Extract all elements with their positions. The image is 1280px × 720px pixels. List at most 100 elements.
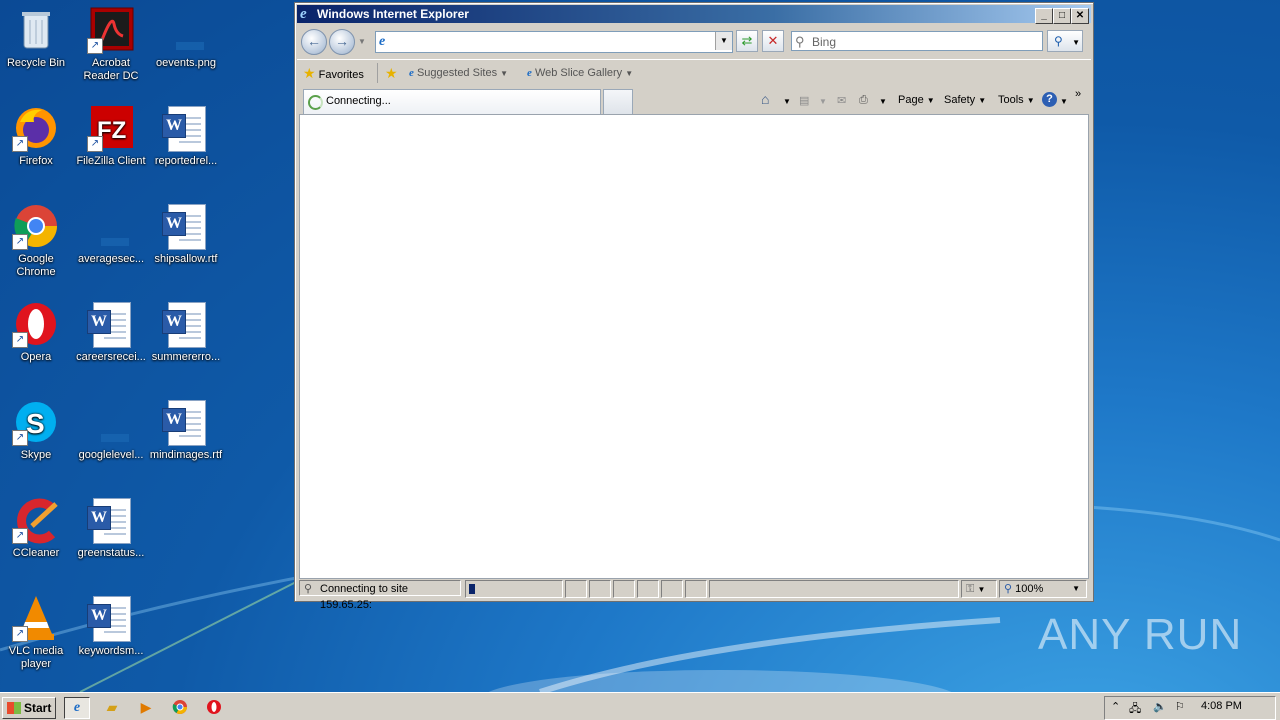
maximize-button[interactable]: □ xyxy=(1053,8,1071,24)
desktop-icon-label: greenstatus... xyxy=(77,547,145,559)
zoom-control[interactable]: ⚲ 100% ▼ xyxy=(999,580,1087,598)
desktop-icon-recycle-bin[interactable]: Recycle Bin xyxy=(0,6,74,70)
command-bar: Connecting... ⌂ ▼ ▤ ▼ ✉ ⎙ ▼ Page ▼ Safet… xyxy=(297,88,1091,114)
desktop-icon-label: averagesec... xyxy=(77,253,145,265)
stop-button[interactable]: ✕ xyxy=(762,30,784,52)
file-icon xyxy=(87,202,135,250)
desktop-icon-skype[interactable]: S ↗ Skype xyxy=(0,398,74,462)
browser-tab[interactable]: Connecting... xyxy=(303,89,601,114)
minimize-button[interactable]: _ xyxy=(1035,8,1053,24)
refresh-button[interactable]: ⇄ xyxy=(736,30,758,52)
taskbar: Start e ▰ ▶ ⌃ 🖧 🔈 ⚐ 4:08 PM xyxy=(0,692,1280,720)
favorites-button[interactable]: ★ Favorites xyxy=(303,65,364,83)
show-hidden-icons[interactable]: ⌃ xyxy=(1111,700,1120,713)
favorites-bar: ★ Favorites ★ e Suggested Sites ▼ e Web … xyxy=(297,59,1091,86)
back-button[interactable]: ← xyxy=(301,29,327,55)
divider xyxy=(377,63,378,83)
taskbar-media-player-icon[interactable]: ▶ xyxy=(134,697,158,717)
page-content[interactable] xyxy=(299,114,1089,579)
safety-menu[interactable]: Safety ▼ xyxy=(944,94,986,106)
suggested-sites-link[interactable]: e Suggested Sites ▼ xyxy=(409,65,508,82)
print-dropdown[interactable]: ▼ xyxy=(879,97,887,106)
desktop-icon-keywordsm[interactable]: W keywordsm... xyxy=(73,594,149,658)
address-bar[interactable]: e ▼ xyxy=(375,31,733,53)
desktop-icon-filezilla[interactable]: FZ ↗ FileZilla Client xyxy=(73,104,149,168)
shortcut-arrow-icon: ↗ xyxy=(12,626,28,642)
recent-pages-dropdown[interactable]: ▼ xyxy=(358,37,366,46)
desktop-icon-vlc[interactable]: ↗ VLC media player xyxy=(0,594,74,671)
desktop-icon-chrome[interactable]: ↗ Google Chrome xyxy=(0,202,74,279)
new-tab-button[interactable] xyxy=(603,89,633,114)
toolbar-overflow-icon[interactable]: » xyxy=(1075,88,1081,100)
desktop-icon-careersrecei[interactable]: W careersrecei... xyxy=(73,300,149,364)
forward-button[interactable]: → xyxy=(329,29,355,55)
shortcut-arrow-icon: ↗ xyxy=(12,332,28,348)
desktop-icon-shipsallow[interactable]: W shipsallow.rtf xyxy=(148,202,224,266)
zoom-icon: ⚲ xyxy=(1004,583,1013,595)
chevron-down-icon: ▼ xyxy=(625,69,634,78)
image-file-icon xyxy=(162,6,210,54)
page-menu[interactable]: Page ▼ xyxy=(898,94,935,106)
address-dropdown-button[interactable]: ▼ xyxy=(715,32,732,50)
start-label: Start xyxy=(24,701,52,715)
svg-text:S: S xyxy=(26,408,45,439)
status-pane xyxy=(661,580,683,598)
ie-window: e Windows Internet Explorer _ □ ✕ ← → ▼ … xyxy=(294,2,1094,611)
search-button[interactable]: ⚲ ▼ xyxy=(1047,30,1083,52)
web-slice-gallery-link[interactable]: e Web Slice Gallery ▼ xyxy=(527,65,633,82)
window-title: Windows Internet Explorer xyxy=(317,7,469,21)
word-document-icon: W xyxy=(162,398,210,446)
desktop-icon-googlelevel[interactable]: googlelevel... xyxy=(73,398,149,462)
start-button[interactable]: Start xyxy=(2,697,56,719)
desktop-icon-label: googlelevel... xyxy=(78,449,144,461)
protected-mode-box[interactable]: ⚿ ▼ xyxy=(961,580,997,598)
feeds-dropdown[interactable]: ▼ xyxy=(819,97,827,106)
add-to-favorites-bar-button[interactable]: ★ xyxy=(385,65,398,83)
action-center-flag-icon[interactable]: ⚐ xyxy=(1175,700,1185,713)
desktop-icon-ccleaner[interactable]: ↗ CCleaner xyxy=(0,496,74,560)
desktop-icon-greenstatus[interactable]: W greenstatus... xyxy=(73,496,149,560)
feeds-icon[interactable]: ▤ xyxy=(799,94,809,107)
window-titlebar[interactable]: e Windows Internet Explorer _ □ ✕ xyxy=(297,5,1091,24)
clock[interactable]: 4:08 PM xyxy=(1201,700,1242,712)
taskbar-explorer-folder-icon[interactable]: ▰ xyxy=(100,697,124,717)
desktop-icon-firefox[interactable]: ↗ Firefox xyxy=(0,104,74,168)
desktop-icon-averagesec[interactable]: averagesec... xyxy=(73,202,149,266)
desktop-icon-acrobat[interactable]: ↗ Acrobat Reader DC xyxy=(73,6,149,83)
desktop-icon-opera[interactable]: ↗ Opera xyxy=(0,300,74,364)
desktop-icon-oevents[interactable]: oevents.png xyxy=(148,6,224,70)
word-document-icon: W xyxy=(87,594,135,642)
desktop-icon-summererro[interactable]: W summererro... xyxy=(148,300,224,364)
network-icon[interactable]: 🖧 xyxy=(1129,700,1141,719)
status-pane xyxy=(565,580,587,598)
print-icon[interactable]: ⎙ xyxy=(859,94,868,107)
chevron-down-icon: ▼ xyxy=(1072,584,1080,593)
help-icon[interactable]: ? xyxy=(1042,92,1057,107)
taskbar-chrome-icon[interactable] xyxy=(168,697,192,717)
close-button[interactable]: ✕ xyxy=(1071,8,1089,24)
search-box[interactable]: ⚲ Bing xyxy=(791,31,1043,51)
system-tray: ⌃ 🖧 🔈 ⚐ 4:08 PM xyxy=(1104,696,1276,720)
home-icon[interactable]: ⌂ xyxy=(761,91,769,107)
ccleaner-icon: ↗ xyxy=(12,496,60,544)
word-document-icon: W xyxy=(87,300,135,348)
taskbar-opera-icon[interactable] xyxy=(202,697,226,717)
desktop-icon-label: Opera xyxy=(20,351,52,363)
help-dropdown[interactable]: ▼ xyxy=(1060,97,1068,106)
read-mail-icon[interactable]: ✉ xyxy=(837,94,846,107)
page-menu-label: Page xyxy=(898,94,924,106)
desktop-icon-label: keywordsm... xyxy=(78,645,144,657)
desktop-icon-label: CCleaner xyxy=(12,547,60,559)
status-text: Connecting to site 159.65.25: xyxy=(320,583,409,611)
home-dropdown[interactable]: ▼ xyxy=(783,97,791,106)
filezilla-icon: FZ ↗ xyxy=(87,104,135,152)
web-slice-gallery-label: Web Slice Gallery xyxy=(534,67,623,79)
word-document-icon: W xyxy=(87,496,135,544)
search-options-dropdown[interactable]: ▼ xyxy=(1072,38,1080,47)
desktop-icon-reportedrel[interactable]: W reportedrel... xyxy=(148,104,224,168)
tools-menu[interactable]: Tools ▼ xyxy=(998,94,1035,106)
volume-icon[interactable]: 🔈 xyxy=(1153,700,1167,713)
taskbar-internet-explorer-icon[interactable]: e xyxy=(64,697,90,719)
chevron-down-icon: ▼ xyxy=(977,585,986,594)
desktop-icon-mindimages[interactable]: W mindimages.rtf xyxy=(148,398,224,462)
